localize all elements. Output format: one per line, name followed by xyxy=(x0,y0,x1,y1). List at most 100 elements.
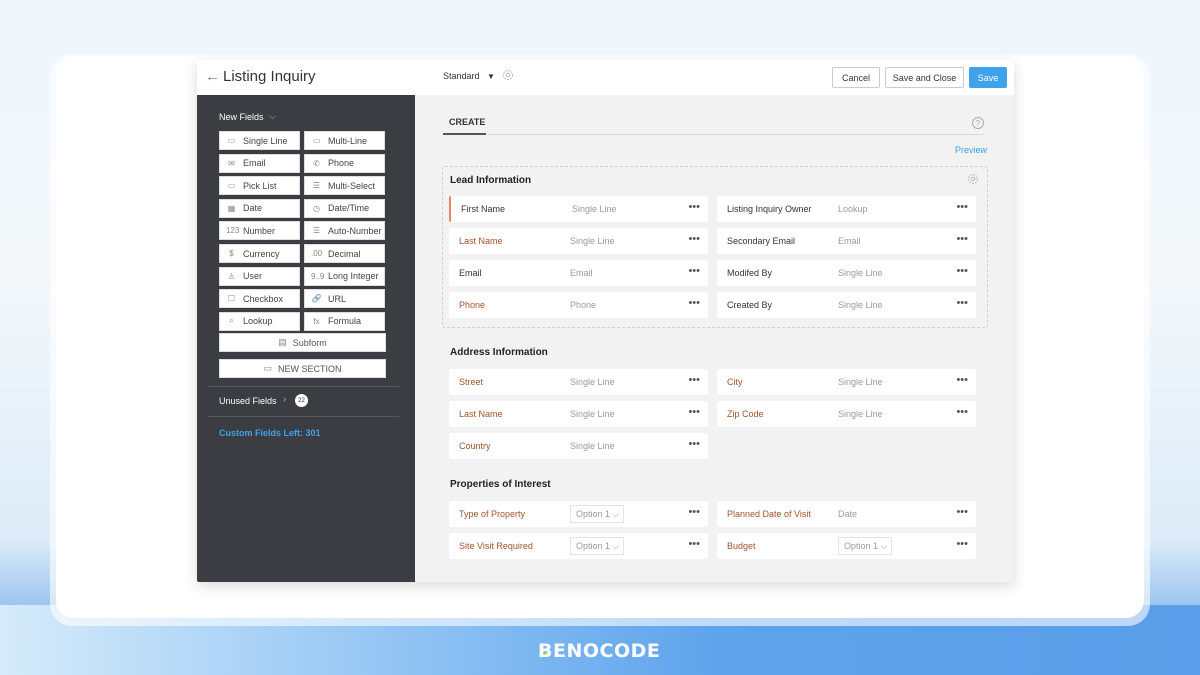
layout-select[interactable]: Standard xyxy=(443,71,480,81)
field-type-auto-number[interactable]: ☰ Auto-Number xyxy=(304,221,385,241)
option-dropdown[interactable]: Option 1 ⌵ xyxy=(570,505,624,523)
form-field[interactable]: City Single Line ••• xyxy=(717,369,976,395)
subform-icon: ▤ xyxy=(278,337,287,347)
caret-down-icon[interactable]: ▼ xyxy=(487,72,495,81)
back-arrow-icon[interactable]: ← xyxy=(205,68,220,85)
field-label: Type of Property xyxy=(459,509,526,519)
form-field[interactable]: Site Visit Required Option 1 ⌵ ••• xyxy=(449,533,708,559)
more-options-icon[interactable]: ••• xyxy=(956,374,968,386)
form-field[interactable]: Last Name Single Line ••• xyxy=(449,401,708,427)
form-field[interactable]: Listing Inquiry Owner Lookup ••• xyxy=(717,196,976,222)
field-type-user[interactable]: ♙ User xyxy=(219,266,300,286)
more-options-icon[interactable]: ••• xyxy=(688,297,700,309)
field-type-label: URL xyxy=(328,293,347,304)
checkbox-icon: ☐ xyxy=(227,294,236,304)
field-type-label: Phone xyxy=(328,158,355,169)
more-options-icon[interactable]: ••• xyxy=(956,233,968,245)
form-field[interactable]: Email Email ••• xyxy=(449,260,708,286)
field-type-number[interactable]: 123 Number xyxy=(219,221,300,241)
form-field[interactable]: Zip Code Single Line ••• xyxy=(717,401,976,427)
option-dropdown[interactable]: Option 1 ⌵ xyxy=(570,537,624,555)
form-field[interactable]: Planned Date of Visit Date ••• xyxy=(717,501,976,527)
field-type-date-time[interactable]: ◷ Date/Time xyxy=(304,198,385,218)
more-options-icon[interactable]: ••• xyxy=(688,201,700,213)
field-label: Phone xyxy=(459,300,486,310)
single-line-icon: ▭ xyxy=(227,136,236,145)
form-field[interactable]: Budget Option 1 ⌵ ••• xyxy=(717,533,976,559)
more-options-icon[interactable]: ••• xyxy=(956,406,968,418)
new-section-button[interactable]: ▭ NEW SECTION xyxy=(219,359,386,378)
cancel-button[interactable]: Cancel xyxy=(832,67,880,88)
field-type-label: Multi-Line xyxy=(328,135,368,146)
field-type-phone[interactable]: ✆ Phone xyxy=(304,153,385,173)
number-icon: 123 xyxy=(226,226,240,236)
field-type-currency[interactable]: $ Currency xyxy=(219,244,300,263)
form-field[interactable]: First Name Single Line ••• xyxy=(449,196,708,222)
more-options-icon[interactable]: ••• xyxy=(956,538,968,550)
more-options-icon[interactable]: ••• xyxy=(956,297,968,309)
preview-link[interactable]: Preview xyxy=(955,145,987,155)
tab-create[interactable]: CREATE xyxy=(449,117,485,127)
field-type: Single Line xyxy=(570,409,615,419)
field-type-decimal[interactable]: .00 Decimal xyxy=(304,244,385,263)
save-and-close-button[interactable]: Save and Close xyxy=(885,67,964,88)
tab-underline xyxy=(443,134,984,135)
save-button[interactable]: Save xyxy=(969,67,1007,88)
field-type-label: Auto-Number xyxy=(328,225,382,236)
more-options-icon[interactable]: ••• xyxy=(688,265,700,277)
field-label: First Name xyxy=(461,204,506,214)
unused-fields-link[interactable]: Unused Fields xyxy=(219,396,277,406)
long-integer-icon: 9..9 xyxy=(311,271,325,281)
more-options-icon[interactable]: ••• xyxy=(688,233,700,245)
option-dropdown[interactable]: Option 1 ⌵ xyxy=(838,537,892,555)
field-type-long-integer[interactable]: 9..9 Long Integer xyxy=(304,266,385,286)
more-options-icon[interactable]: ••• xyxy=(956,201,968,213)
field-type-checkbox[interactable]: ☐ Checkbox xyxy=(219,289,300,309)
subform-label: Subform xyxy=(292,337,327,348)
subform-button[interactable]: ▤ Subform xyxy=(219,333,386,352)
help-icon[interactable]: ? xyxy=(972,117,984,129)
form-field[interactable]: Phone Phone ••• xyxy=(449,292,708,318)
field-label: Site Visit Required xyxy=(459,541,533,551)
multi-select-icon: ☰ xyxy=(312,181,321,191)
form-field[interactable]: Modifed By Single Line ••• xyxy=(717,260,976,286)
field-type-label: Checkbox xyxy=(243,293,284,304)
form-field[interactable]: Secondary Email Email ••• xyxy=(717,228,976,254)
field-label: Secondary Email xyxy=(727,236,796,246)
form-field[interactable]: Created By Single Line ••• xyxy=(717,292,976,318)
field-type-lookup[interactable]: ⌕ Lookup xyxy=(219,311,300,331)
field-type-multi-select[interactable]: ☰ Multi-Select xyxy=(304,176,385,196)
field-label: Zip Code xyxy=(727,409,764,419)
form-field[interactable]: Street Single Line ••• xyxy=(449,369,708,395)
more-options-icon[interactable]: ••• xyxy=(688,506,700,518)
auto-number-icon: ☰ xyxy=(312,226,321,236)
gear-icon[interactable] xyxy=(502,69,514,81)
field-type-label: Number xyxy=(243,225,276,236)
new-fields-heading[interactable]: New Fields xyxy=(219,112,264,122)
field-type: Single Line xyxy=(572,204,617,214)
field-type-date[interactable]: ▦ Date xyxy=(219,198,300,218)
field-type-multi-line[interactable]: ▭ Multi-Line xyxy=(304,131,385,150)
more-options-icon[interactable]: ••• xyxy=(688,438,700,450)
field-type-url[interactable]: 🔗 URL xyxy=(304,289,385,309)
field-type-pick-list[interactable]: ▭ Pick List xyxy=(219,176,300,196)
divider xyxy=(207,386,399,387)
benocode-logo: BENOCODE xyxy=(538,640,661,662)
field-type-formula[interactable]: fx Formula xyxy=(304,311,385,331)
form-field[interactable]: Country Single Line ••• xyxy=(449,433,708,459)
form-field[interactable]: Last Name Single Line ••• xyxy=(449,228,708,254)
field-type-label: Long Integer xyxy=(328,271,379,282)
field-label: Country xyxy=(459,441,491,451)
more-options-icon[interactable]: ••• xyxy=(688,538,700,550)
more-options-icon[interactable]: ••• xyxy=(956,265,968,277)
form-field[interactable]: Type of Property Option 1 ⌵ ••• xyxy=(449,501,708,527)
more-options-icon[interactable]: ••• xyxy=(688,406,700,418)
section-gear-icon[interactable] xyxy=(967,173,979,185)
field-label: Budget xyxy=(727,541,756,551)
chevron-right-icon[interactable]: › xyxy=(283,394,286,405)
field-type-email[interactable]: ✉ Email xyxy=(219,153,300,173)
field-type-single-line[interactable]: ▭ Single Line xyxy=(219,131,300,150)
more-options-icon[interactable]: ••• xyxy=(956,506,968,518)
chevron-down-icon[interactable]: ⌵ xyxy=(269,111,276,122)
more-options-icon[interactable]: ••• xyxy=(688,374,700,386)
